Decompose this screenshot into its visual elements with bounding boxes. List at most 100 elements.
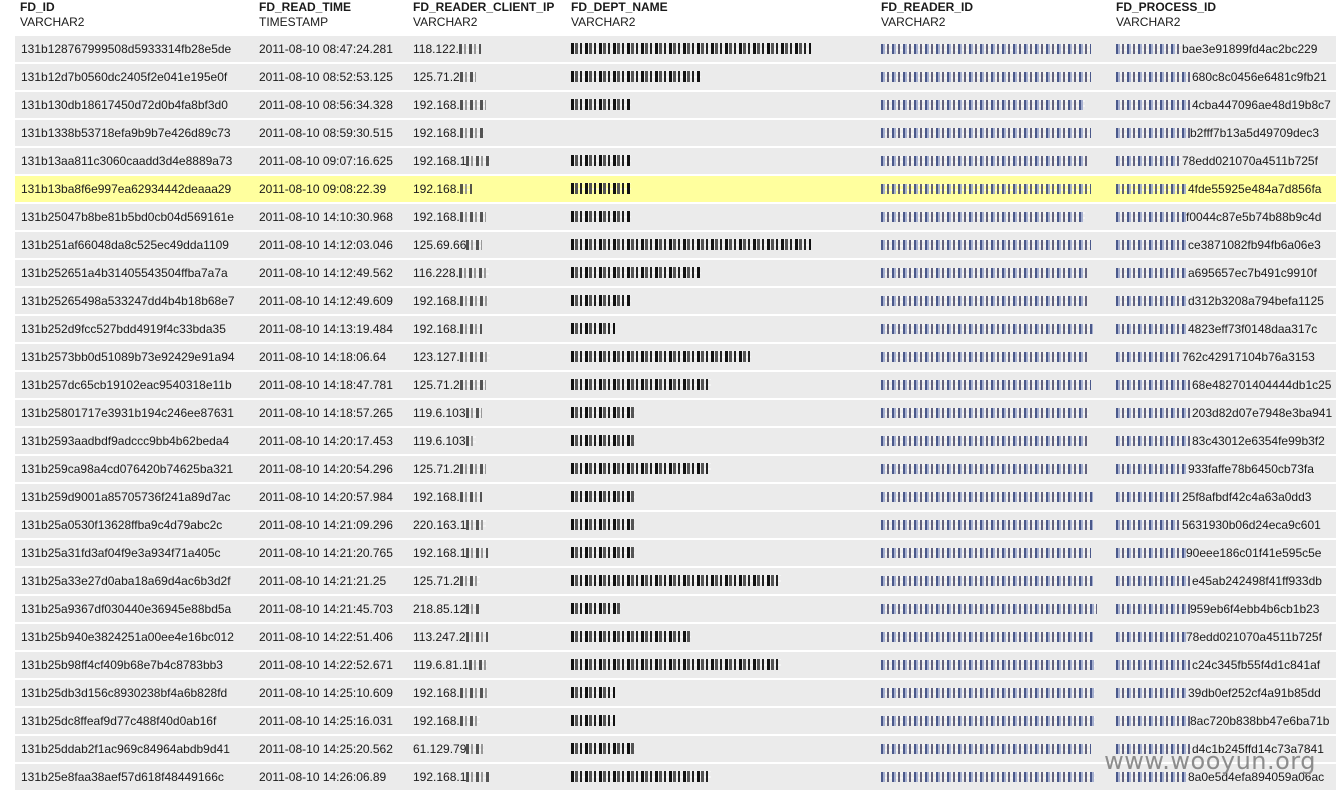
cell-fd-read-time[interactable]: 2011-08-10 14:12:03.046 [259, 232, 409, 258]
cell-fd-read-time[interactable]: 2011-08-10 14:20:17.453 [259, 428, 409, 454]
cell-fd-reader-id[interactable] [881, 512, 1111, 538]
cell-fd-reader-id[interactable] [881, 232, 1111, 258]
cell-fd-process-id[interactable]: c24c345fb55f4d1c841af [1116, 652, 1336, 678]
cell-fd-id[interactable]: 131b13aa811c3060caadd3d4e8889a73 [21, 148, 257, 174]
cell-fd-read-time[interactable]: 2011-08-10 08:47:24.281 [259, 36, 409, 62]
cell-fd-dept-name[interactable] [571, 736, 871, 762]
cell-fd-id[interactable]: 131b25a9367df030440e36945e88bd5a [21, 596, 257, 622]
cell-fd-reader-client-ip[interactable]: 192.168. [413, 316, 561, 342]
table-row[interactable]: 131b25047b8be81b5bd0cb04d569161e 2011-08-… [15, 204, 1336, 232]
cell-fd-reader-client-ip[interactable]: 123.127. [413, 344, 561, 370]
table-row[interactable]: 131b25801717e3931b194c246ee87631 2011-08-… [15, 400, 1336, 428]
table-row[interactable]: 131b13aa811c3060caadd3d4e8889a73 2011-08-… [15, 148, 1336, 176]
cell-fd-process-id[interactable]: e45ab242498f41ff933db [1116, 568, 1336, 594]
cell-fd-reader-client-ip[interactable]: 192.168.1 [413, 540, 561, 566]
cell-fd-reader-id[interactable] [881, 456, 1111, 482]
column-header-fd-dept-name[interactable]: FD_DEPT_NAME VARCHAR2 [571, 0, 668, 29]
cell-fd-id[interactable]: 131b1338b53718efa9b9b7e426d89c73 [21, 120, 257, 146]
cell-fd-reader-client-ip[interactable]: 218.85.12 [413, 596, 561, 622]
cell-fd-id[interactable]: 131b25e8faa38aef57d618f48449166c [21, 764, 257, 790]
cell-fd-reader-client-ip[interactable]: 61.129.79 [413, 736, 561, 762]
cell-fd-read-time[interactable]: 2011-08-10 08:59:30.515 [259, 120, 409, 146]
table-row[interactable]: 131b25b98ff4cf409b68e7b4c8783bb3 2011-08-… [15, 652, 1336, 680]
cell-fd-id[interactable]: 131b130db18617450d72d0b4fa8bf3d0 [21, 92, 257, 118]
cell-fd-process-id[interactable]: 78edd021070a4511b725f [1116, 148, 1336, 174]
cell-fd-reader-client-ip[interactable]: 220.163.1 [413, 512, 561, 538]
table-row[interactable]: 131b25dc8ffeaf9d77c488f40d0ab16f 2011-08-… [15, 708, 1336, 736]
cell-fd-read-time[interactable]: 2011-08-10 08:52:53.125 [259, 64, 409, 90]
cell-fd-read-time[interactable]: 2011-08-10 09:08:22.39 [259, 176, 409, 202]
cell-fd-process-id[interactable]: ce3871082fb94fb6a06e3 [1116, 232, 1336, 258]
cell-fd-dept-name[interactable] [571, 204, 871, 230]
cell-fd-reader-id[interactable] [881, 64, 1111, 90]
cell-fd-process-id[interactable]: 4fde55925e484a7d856fa [1116, 176, 1336, 202]
cell-fd-dept-name[interactable] [571, 148, 871, 174]
cell-fd-read-time[interactable]: 2011-08-10 14:18:47.781 [259, 372, 409, 398]
table-row[interactable]: 131b259ca98a4cd076420b74625ba321 2011-08-… [15, 456, 1336, 484]
cell-fd-id[interactable]: 131b25a0530f13628ffba9c4d79abc2c [21, 512, 257, 538]
cell-fd-reader-client-ip[interactable]: 125.69.66 [413, 232, 561, 258]
cell-fd-dept-name[interactable] [571, 652, 871, 678]
cell-fd-dept-name[interactable] [571, 176, 871, 202]
cell-fd-dept-name[interactable] [571, 624, 871, 650]
cell-fd-id[interactable]: 131b259ca98a4cd076420b74625ba321 [21, 456, 257, 482]
cell-fd-dept-name[interactable] [571, 120, 871, 146]
cell-fd-read-time[interactable]: 2011-08-10 14:26:06.89 [259, 764, 409, 790]
cell-fd-dept-name[interactable] [571, 400, 871, 426]
table-row[interactable]: 131b25db3d156c8930238bf4a6b828fd 2011-08-… [15, 680, 1336, 708]
cell-fd-reader-client-ip[interactable]: 192.168.1 [413, 148, 561, 174]
cell-fd-process-id[interactable]: 25f8afbdf42c4a63a0dd3 [1116, 484, 1336, 510]
cell-fd-id[interactable]: 131b25801717e3931b194c246ee87631 [21, 400, 257, 426]
cell-fd-reader-id[interactable] [881, 148, 1111, 174]
cell-fd-process-id[interactable]: 68e482701404444db1c25 [1116, 372, 1336, 398]
cell-fd-process-id[interactable]: a695657ec7b491c9910f [1116, 260, 1336, 286]
cell-fd-id[interactable]: 131b25265498a533247dd4b4b18b68e7 [21, 288, 257, 314]
cell-fd-reader-client-ip[interactable]: 192.168. [413, 176, 561, 202]
cell-fd-reader-client-ip[interactable]: 113.247.2 [413, 624, 561, 650]
cell-fd-dept-name[interactable] [571, 680, 871, 706]
cell-fd-id[interactable]: 131b259d9001a85705736f241a89d7ac [21, 484, 257, 510]
cell-fd-read-time[interactable]: 2011-08-10 14:22:51.406 [259, 624, 409, 650]
cell-fd-read-time[interactable]: 2011-08-10 14:20:54.296 [259, 456, 409, 482]
table-row[interactable]: 131b25265498a533247dd4b4b18b68e7 2011-08-… [15, 288, 1336, 316]
cell-fd-id[interactable]: 131b25ddab2f1ac969c84964abdb9d41 [21, 736, 257, 762]
cell-fd-reader-id[interactable] [881, 736, 1111, 762]
cell-fd-reader-id[interactable] [881, 596, 1111, 622]
cell-fd-reader-id[interactable] [881, 568, 1111, 594]
cell-fd-id[interactable]: 131b2593aadbdf9adccc9bb4b62beda4 [21, 428, 257, 454]
cell-fd-reader-client-ip[interactable]: 125.71.2 [413, 456, 561, 482]
table-row[interactable]: 131b2593aadbdf9adccc9bb4b62beda4 2011-08-… [15, 428, 1336, 456]
cell-fd-id[interactable]: 131b25047b8be81b5bd0cb04d569161e [21, 204, 257, 230]
cell-fd-process-id[interactable]: 5631930b06d24eca9c601 [1116, 512, 1336, 538]
cell-fd-reader-id[interactable] [881, 316, 1111, 342]
cell-fd-reader-client-ip[interactable]: 192.168. [413, 120, 561, 146]
cell-fd-read-time[interactable]: 2011-08-10 14:12:49.562 [259, 260, 409, 286]
table-row[interactable]: 131b25a31fd3af04f9e3a934f71a405c 2011-08-… [15, 540, 1336, 568]
table-row[interactable]: 131b259d9001a85705736f241a89d7ac 2011-08-… [15, 484, 1336, 512]
cell-fd-process-id[interactable]: 39db0ef252cf4a91b85dd [1116, 680, 1336, 706]
cell-fd-reader-id[interactable] [881, 680, 1111, 706]
cell-fd-process-id[interactable]: f0044c87e5b74b88b9c4d [1116, 204, 1336, 230]
cell-fd-id[interactable]: 131b25a33e27d0aba18a69d4ac6b3d2f [21, 568, 257, 594]
cell-fd-id[interactable]: 131b128767999508d5933314fb28e5de [21, 36, 257, 62]
cell-fd-reader-client-ip[interactable]: 125.71.2 [413, 568, 561, 594]
cell-fd-dept-name[interactable] [571, 316, 871, 342]
table-row[interactable]: 131b25b940e3824251a00ee4e16bc012 2011-08-… [15, 624, 1336, 652]
cell-fd-dept-name[interactable] [571, 36, 871, 62]
cell-fd-id[interactable]: 131b25b940e3824251a00ee4e16bc012 [21, 624, 257, 650]
column-header-fd-reader-id[interactable]: FD_READER_ID VARCHAR2 [881, 0, 973, 29]
cell-fd-reader-id[interactable] [881, 708, 1111, 734]
cell-fd-process-id[interactable]: 78edd021070a4511b725f [1116, 624, 1336, 650]
cell-fd-dept-name[interactable] [571, 708, 871, 734]
cell-fd-reader-client-ip[interactable]: 116.228. [413, 260, 561, 286]
cell-fd-id[interactable]: 131b251af66048da8c525ec49dda1109 [21, 232, 257, 258]
cell-fd-reader-id[interactable] [881, 92, 1111, 118]
cell-fd-process-id[interactable]: 83c43012e6354fe99b3f2 [1116, 428, 1336, 454]
table-row[interactable]: 131b25a9367df030440e36945e88bd5a 2011-08-… [15, 596, 1336, 624]
column-header-fd-read-time[interactable]: FD_READ_TIME TIMESTAMP [259, 0, 351, 29]
cell-fd-id[interactable]: 131b252d9fcc527bdd4919f4c33bda35 [21, 316, 257, 342]
cell-fd-process-id[interactable]: 4823eff73f0148daa317c [1116, 316, 1336, 342]
cell-fd-reader-id[interactable] [881, 288, 1111, 314]
cell-fd-reader-id[interactable] [881, 400, 1111, 426]
cell-fd-dept-name[interactable] [571, 456, 871, 482]
